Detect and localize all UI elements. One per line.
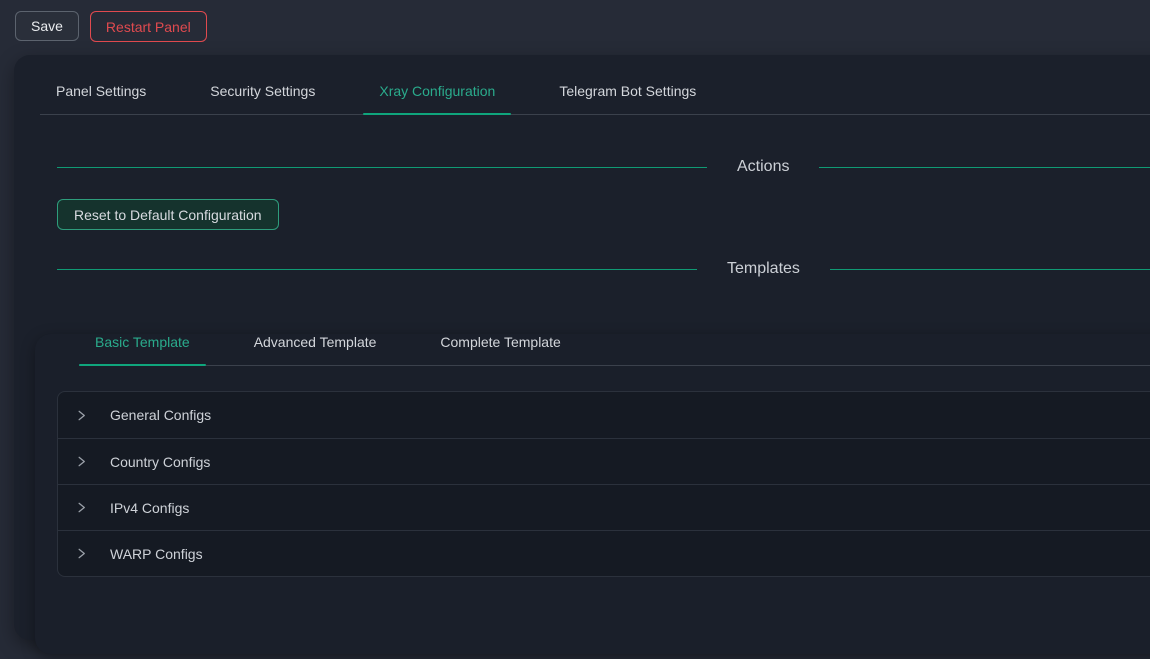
actions-divider: Actions bbox=[57, 156, 1150, 178]
save-button[interactable]: Save bbox=[15, 11, 79, 41]
tab-complete-template[interactable]: Complete Template bbox=[424, 334, 576, 365]
template-tabbar: Basic Template Advanced Template Complet… bbox=[79, 334, 1150, 366]
divider-line bbox=[57, 167, 707, 168]
accordion-row-label: Country Configs bbox=[110, 454, 210, 470]
restart-panel-button[interactable]: Restart Panel bbox=[90, 11, 207, 42]
tab-basic-template[interactable]: Basic Template bbox=[79, 334, 206, 365]
tab-panel-settings[interactable]: Panel Settings bbox=[40, 83, 162, 114]
tab-telegram-bot-settings[interactable]: Telegram Bot Settings bbox=[543, 83, 712, 114]
tab-advanced-template[interactable]: Advanced Template bbox=[238, 334, 393, 365]
settings-tabbar: Panel Settings Security Settings Xray Co… bbox=[40, 83, 1150, 115]
accordion-row-country-configs[interactable]: Country Configs bbox=[58, 438, 1150, 484]
templates-card: Basic Template Advanced Template Complet… bbox=[35, 334, 1150, 654]
template-config-accordion: General Configs Country Configs IPv4 Con… bbox=[57, 391, 1150, 577]
divider-line bbox=[830, 269, 1150, 270]
chevron-right-icon bbox=[75, 455, 88, 468]
templates-divider: Templates bbox=[57, 258, 1150, 280]
chevron-right-icon bbox=[75, 409, 88, 422]
actions-section-title: Actions bbox=[707, 158, 819, 176]
topbar: Save Restart Panel bbox=[0, 0, 1150, 55]
divider-line bbox=[57, 269, 697, 270]
accordion-row-label: WARP Configs bbox=[110, 546, 203, 562]
accordion-row-label: IPv4 Configs bbox=[110, 500, 189, 516]
accordion-row-ipv4-configs[interactable]: IPv4 Configs bbox=[58, 484, 1150, 530]
accordion-row-label: General Configs bbox=[110, 407, 211, 423]
settings-card: Panel Settings Security Settings Xray Co… bbox=[14, 55, 1150, 640]
chevron-right-icon bbox=[75, 547, 88, 560]
divider-line bbox=[819, 167, 1150, 168]
reset-default-config-button[interactable]: Reset to Default Configuration bbox=[57, 199, 279, 230]
tab-xray-configuration[interactable]: Xray Configuration bbox=[363, 83, 511, 114]
templates-section-title: Templates bbox=[697, 260, 830, 278]
accordion-row-general-configs[interactable]: General Configs bbox=[58, 392, 1150, 438]
tab-security-settings[interactable]: Security Settings bbox=[194, 83, 331, 114]
chevron-right-icon bbox=[75, 501, 88, 514]
accordion-row-warp-configs[interactable]: WARP Configs bbox=[58, 530, 1150, 576]
